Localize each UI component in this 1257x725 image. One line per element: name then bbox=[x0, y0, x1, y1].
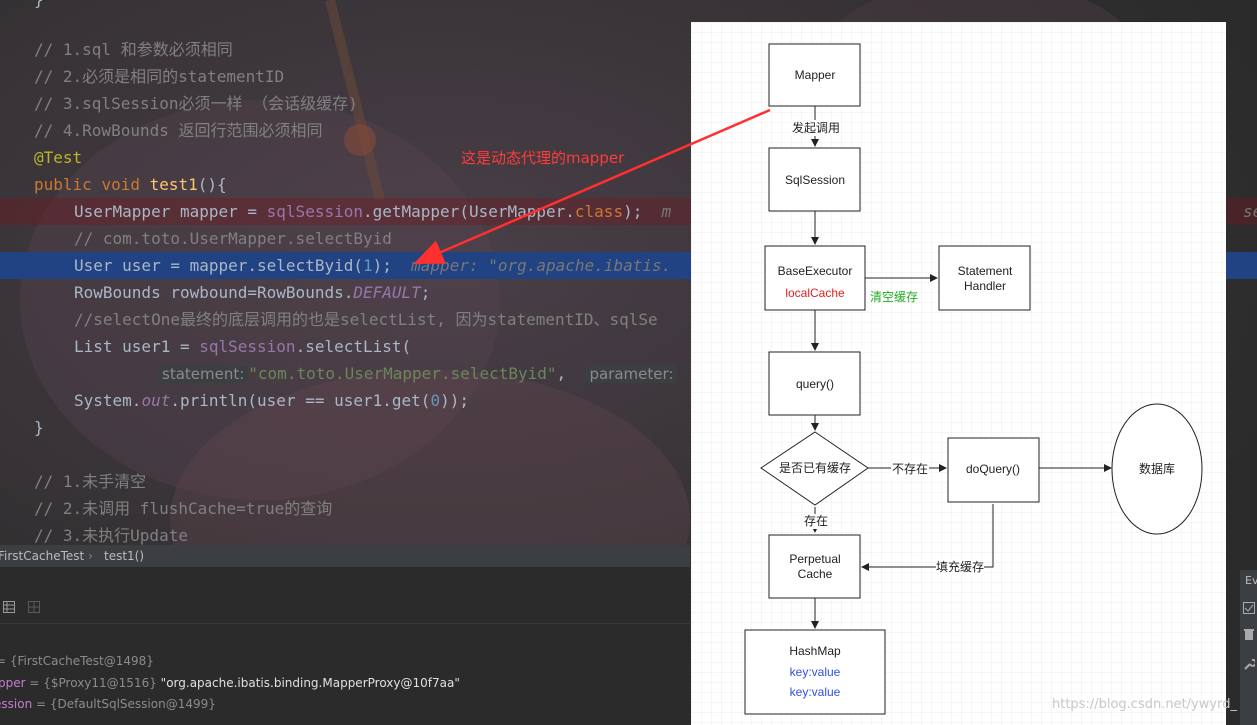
watermark: https://blog.csdn.net/ywyrd_ bbox=[1052, 697, 1237, 712]
annotation-arrow bbox=[413, 108, 771, 264]
